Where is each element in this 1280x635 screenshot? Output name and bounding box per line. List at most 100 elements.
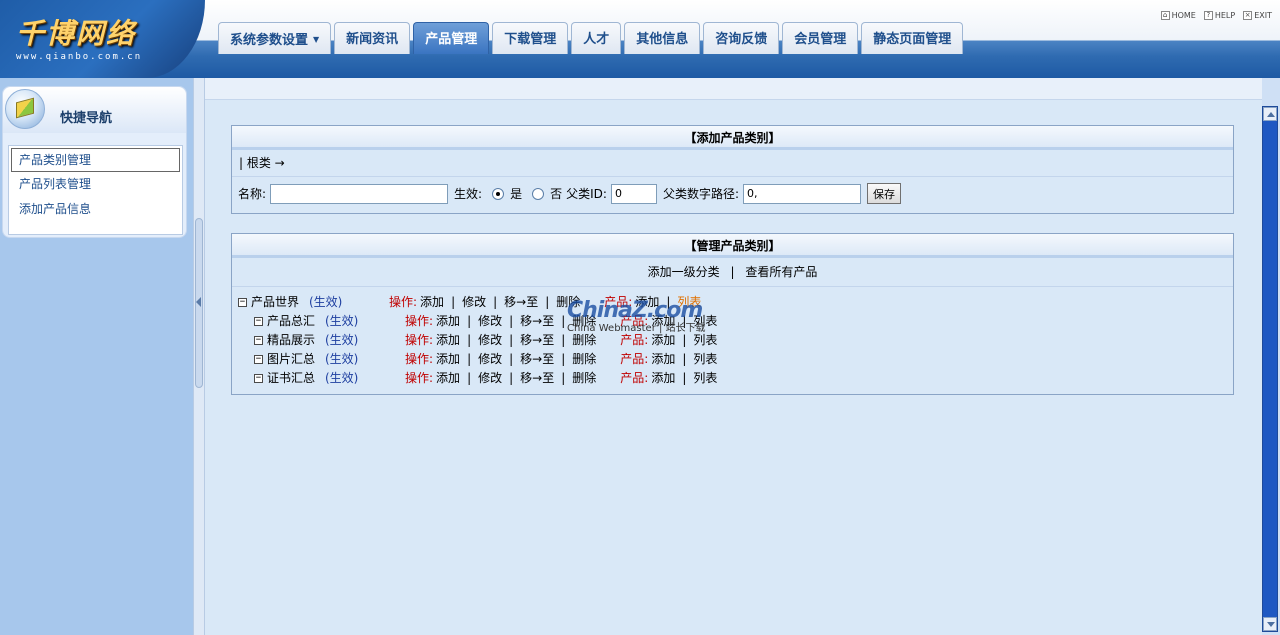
move-link[interactable]: 移→至 [520,331,554,350]
view-all-products-link[interactable]: 查看所有产品 [745,265,817,279]
move-link[interactable]: 移→至 [504,293,538,312]
quick-nav-box: 快捷导航 产品类别管理 产品列表管理 添加产品信息 [2,86,187,238]
sidebar-item-product-list[interactable]: 产品列表管理 [9,172,182,197]
add-category-title: 【添加产品类别】 [232,126,1233,150]
breadcrumb: | 根类 → [239,156,285,170]
separator: | [682,371,687,385]
sidebar-item-add-product[interactable]: 添加产品信息 [9,197,182,222]
parent-id-input[interactable] [610,183,657,204]
separator: | [561,371,566,385]
separator: | [682,352,687,366]
move-link[interactable]: 移→至 [520,350,554,369]
product-list-link[interactable]: 列表 [693,369,717,388]
delete-link[interactable]: 删除 [572,350,596,369]
category-tree: − 产品世界 (生效) 操作: 添加 | 修改 | 移→至 | 删除 产品: 添加 | 列表 − 产品总汇 (生效… [232,286,1233,388]
scroll-down-button[interactable] [1263,617,1277,631]
tab-static-pages[interactable]: 静态页面管理 [861,22,964,54]
parent-id-label: 父类ID: [566,187,607,201]
separator: | [467,314,472,328]
product-label: 产品: [620,371,649,385]
collapse-toggle-icon[interactable]: − [238,298,247,307]
edit-link[interactable]: 修改 [478,312,502,331]
add-product-link[interactable]: 添加 [651,350,675,369]
close-icon: × [1243,11,1253,20]
category-status: (生效) [325,371,359,385]
move-link[interactable]: 移→至 [520,369,554,388]
add-top-category-link[interactable]: 添加一级分类 [648,265,720,279]
move-link[interactable]: 移→至 [520,312,554,331]
product-list-link[interactable]: 列表 [693,350,717,369]
watermark-logo-text: ChinaZ.com [567,298,703,323]
delete-link[interactable]: 删除 [572,369,596,388]
manage-links: 添加一级分类 | 查看所有产品 [232,258,1233,286]
tab-system-settings[interactable]: 系统参数设置 ▼ [218,22,332,54]
main-content: 【添加产品类别】 | 根类 → 名称: 生效: 是 否 父类ID: 父类数字路径… [205,78,1262,635]
product-label: 产品: [620,352,649,366]
main-nav-tabs: 系统参数设置 ▼ 新闻资讯 产品管理 下载管理 人才 其他信息 咨询反馈 会员管理… [218,22,966,54]
active-yes-radio[interactable] [492,187,505,200]
tab-talent[interactable]: 人才 [571,22,622,54]
collapse-toggle-icon[interactable]: − [254,317,263,326]
home-icon: ⌂ [1160,11,1170,20]
operation-label: 操作: [405,333,434,347]
tab-other-info[interactable]: 其他信息 [624,22,701,54]
collapse-toggle-icon[interactable]: − [254,374,263,383]
add-child-link[interactable]: 添加 [436,369,460,388]
tab-products[interactable]: 产品管理 [413,22,490,54]
active-no-radio[interactable] [532,187,545,200]
save-button[interactable]: 保存 [867,183,901,204]
tree-row: − 图片汇总 (生效) 操作: 添加 | 修改 | 移→至 | 删除 产品: 添加 | 列表 [238,350,1233,369]
tab-downloads[interactable]: 下载管理 [492,22,569,54]
add-child-link[interactable]: 添加 [436,350,460,369]
parent-path-label: 父类数字路径: [662,187,739,201]
home-label: HOME [1171,11,1196,20]
logo-text: 千博网络 [16,17,137,50]
add-child-link[interactable]: 添加 [436,312,460,331]
collapse-sidebar-handle[interactable] [195,218,203,388]
add-child-link[interactable]: 添加 [436,331,460,350]
add-product-link[interactable]: 添加 [651,369,675,388]
edit-link[interactable]: 修改 [462,293,486,312]
vertical-scrollbar[interactable] [1262,106,1278,632]
watermark: ChinaZ.com China Webmaster | 站长下载 [567,298,706,334]
scroll-up-button[interactable] [1263,107,1277,121]
tab-members[interactable]: 会员管理 [782,22,859,54]
sidebar-item-category-manage[interactable]: 产品类别管理 [11,148,180,172]
collapse-toggle-icon[interactable]: − [254,355,263,364]
tree-row: − 证书汇总 (生效) 操作: 添加 | 修改 | 移→至 | 删除 产品: 添加 | 列表 [238,369,1233,388]
add-category-panel: 【添加产品类别】 | 根类 → 名称: 生效: 是 否 父类ID: 父类数字路径… [231,125,1234,214]
tab-feedback[interactable]: 咨询反馈 [703,22,780,54]
manage-category-panel: 【管理产品类别】 添加一级分类 | 查看所有产品 − 产品世界 (生效) 操作: 添加 |… [231,233,1234,395]
edit-link[interactable]: 修改 [478,350,502,369]
edit-link[interactable]: 修改 [478,369,502,388]
main-top-bar [205,78,1262,100]
help-label: HELP [1214,11,1236,20]
logo[interactable]: 千博网络 www.qianbo.com.cn [0,0,205,78]
separator: | [467,352,472,366]
category-name: 产品总汇 [267,314,316,328]
tab-news[interactable]: 新闻资讯 [334,22,411,54]
logo-url-text: www.qianbo.com.cn [16,52,143,62]
separator: | [509,371,514,385]
operation-label: 操作: [389,295,418,309]
separator: | [467,371,472,385]
exit-link[interactable]: × EXIT [1243,11,1272,20]
category-name: 精品展示 [267,333,316,347]
exit-label: EXIT [1254,11,1272,20]
parent-path-input[interactable] [743,183,861,204]
category-name-input[interactable] [270,183,449,204]
chevron-left-icon [196,297,201,307]
tab-label: 系统参数设置 [230,33,309,48]
tree-row: − 产品总汇 (生效) 操作: 添加 | 修改 | 移→至 | 删除 产品: 添加 | 列表 [238,312,1233,331]
collapse-toggle-icon[interactable]: − [254,336,263,345]
scroll-track[interactable] [1263,121,1277,617]
help-link[interactable]: ? HELP [1203,11,1236,20]
add-child-link[interactable]: 添加 [420,293,444,312]
sidebar: 快捷导航 产品类别管理 产品列表管理 添加产品信息 [0,78,193,635]
home-link[interactable]: ⌂ HOME [1160,11,1196,20]
category-status: (生效) [325,352,359,366]
edit-link[interactable]: 修改 [478,331,502,350]
separator: | [467,333,472,347]
operation-label: 操作: [405,371,434,385]
separator: | [561,333,566,347]
